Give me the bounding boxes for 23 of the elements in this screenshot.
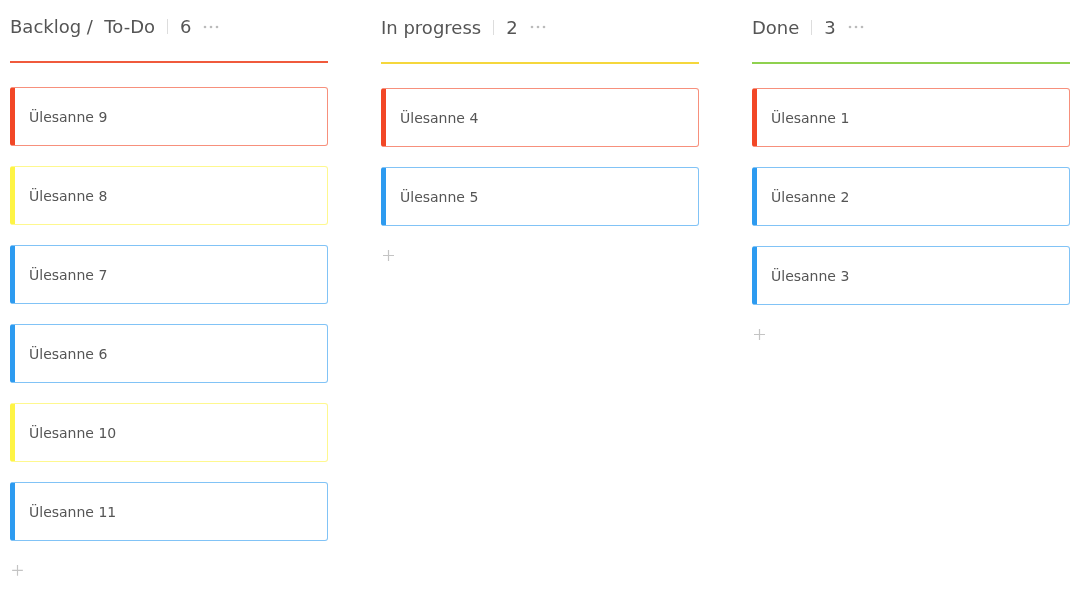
column-title: Backlog / To-Do bbox=[10, 16, 156, 38]
task-card[interactable]: Ülesanne 10 bbox=[10, 403, 328, 463]
card-count: 3 bbox=[824, 16, 836, 38]
add-icon[interactable] bbox=[754, 329, 765, 340]
add-icon[interactable] bbox=[12, 565, 23, 576]
column-title: In progress bbox=[381, 16, 482, 38]
task-card[interactable]: Ülesanne 8 bbox=[10, 166, 328, 226]
task-card[interactable]: Ülesanne 5 bbox=[381, 167, 699, 226]
more-icon[interactable] bbox=[847, 25, 864, 29]
task-card[interactable]: Ülesanne 6 bbox=[10, 324, 328, 384]
task-card[interactable]: Ülesanne 4 bbox=[381, 88, 699, 147]
task-card[interactable]: Ülesanne 11 bbox=[10, 482, 328, 542]
task-card[interactable]: Ülesanne 9 bbox=[10, 87, 328, 147]
card-count: 2 bbox=[506, 16, 518, 38]
task-card[interactable]: Ülesanne 1 bbox=[752, 88, 1070, 147]
card-count: 6 bbox=[180, 16, 192, 38]
add-icon[interactable] bbox=[383, 250, 394, 261]
task-card[interactable]: Ülesanne 3 bbox=[752, 246, 1070, 305]
task-card[interactable]: Ülesanne 2 bbox=[752, 167, 1070, 226]
task-card[interactable]: Ülesanne 7 bbox=[10, 245, 328, 305]
more-icon[interactable] bbox=[203, 24, 220, 29]
column-title: Done bbox=[752, 16, 800, 38]
more-icon[interactable] bbox=[529, 25, 546, 29]
